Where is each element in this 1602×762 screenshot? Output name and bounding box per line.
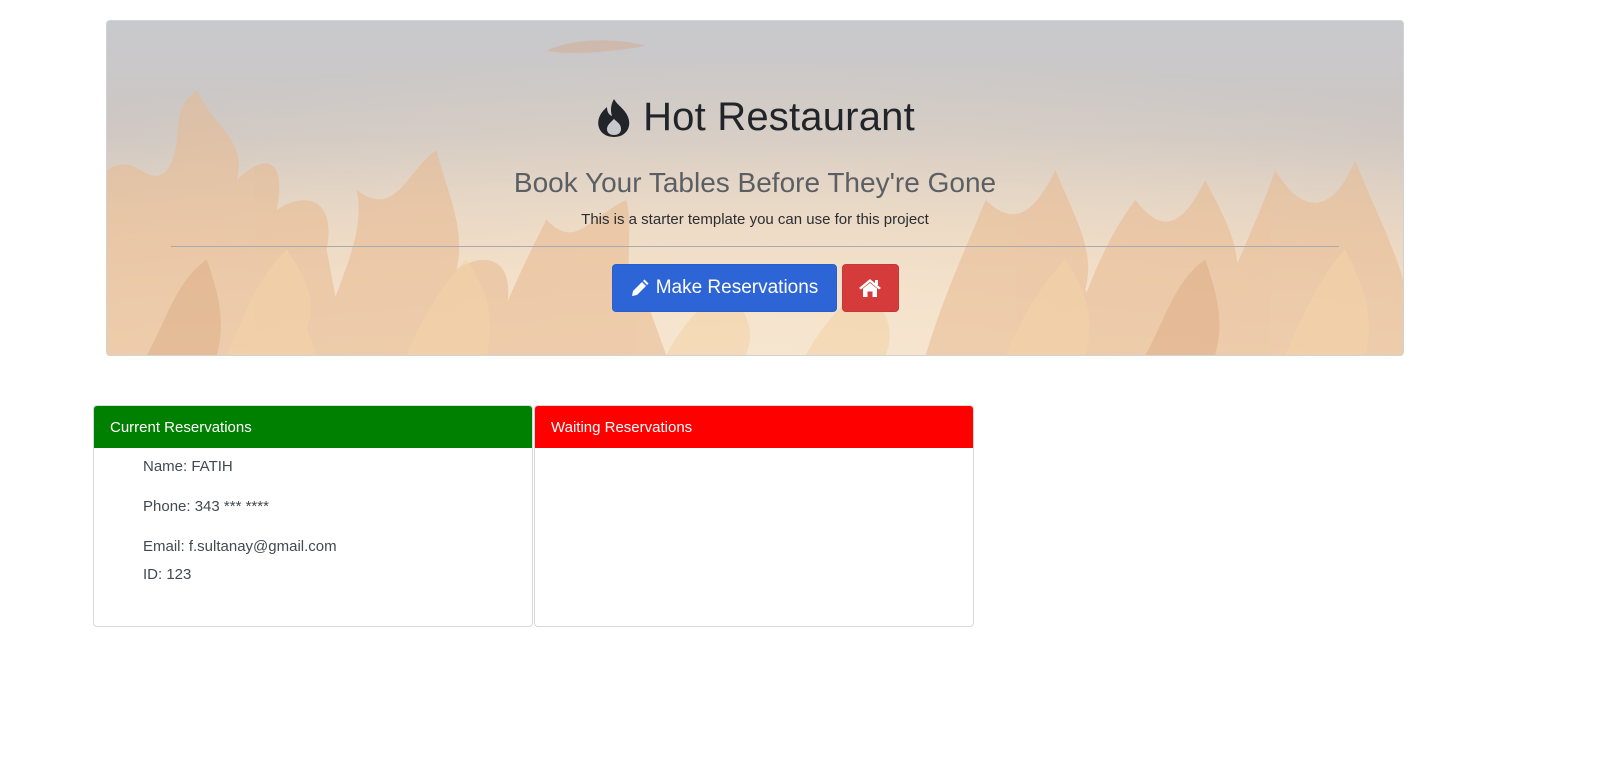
current-reservations-body: Name: FATIH Phone: 343 *** **** Email: f…	[94, 448, 532, 626]
button-row: Make Reservations	[107, 264, 1403, 312]
fire-icon	[598, 98, 630, 137]
reservation-phone: Phone: 343 *** ****	[143, 498, 269, 515]
waiting-reservations-card: Waiting Reservations	[534, 405, 974, 627]
reservation-name: Name: FATIH	[143, 458, 233, 475]
page-title-row: Hot Restaurant	[107, 95, 1403, 140]
waiting-reservations-header: Waiting Reservations	[535, 406, 973, 448]
divider	[171, 246, 1339, 247]
current-reservations-header: Current Reservations	[94, 406, 532, 448]
make-reservations-button[interactable]: Make Reservations	[611, 264, 837, 312]
reservation-email: Email: f.sultanay@gmail.com	[143, 538, 337, 555]
page-subtitle: Book Your Tables Before They're Gone	[513, 167, 997, 198]
page-title: Hot Restaurant	[643, 95, 915, 139]
pencil-icon	[631, 279, 649, 296]
home-button[interactable]	[841, 264, 899, 312]
waiting-reservations-body	[535, 448, 973, 626]
reservation-id: ID: 123	[143, 566, 192, 583]
lead-text: This is a starter template you can use f…	[581, 211, 929, 228]
current-reservations-card: Current Reservations Name: FATIH Phone: …	[93, 405, 533, 627]
home-icon	[859, 279, 881, 297]
make-reservations-label: Make Reservations	[655, 277, 819, 298]
jumbotron: Hot Restaurant Book Your Tables Before T…	[106, 20, 1404, 356]
